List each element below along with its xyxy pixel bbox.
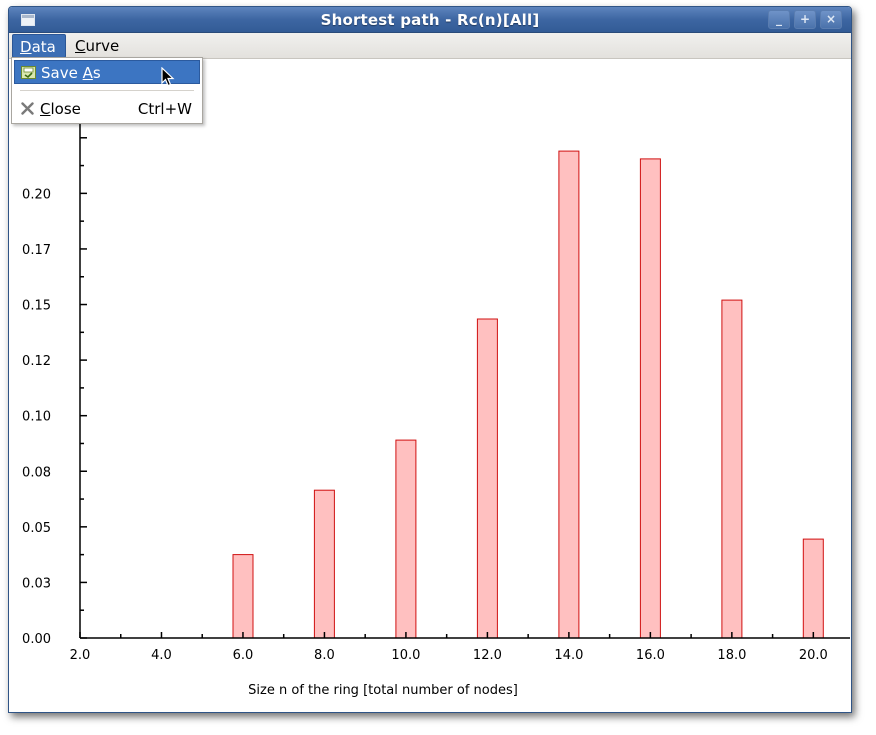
close-label: Close: [40, 100, 81, 118]
mouse-pointer-icon: [161, 67, 175, 87]
y-tick-label: 0.12: [22, 354, 51, 369]
y-tick-label: 0.10: [22, 410, 51, 425]
y-tick-label: 0.17: [22, 243, 51, 258]
y-tick-label: 0.15: [22, 299, 51, 314]
chart-bar: [232, 554, 254, 639]
close-label-post: lose: [50, 100, 81, 118]
chart-bar: [313, 489, 335, 639]
y-tick-label: 0.03: [22, 576, 51, 591]
close-menu-item[interactable]: Close Ctrl+W: [14, 97, 200, 121]
x-tick-label: 8.0: [314, 648, 335, 663]
close-icon: [21, 102, 34, 115]
close-mnemonic: C: [40, 100, 51, 118]
x-tick-label: 14.0: [554, 648, 583, 663]
x-tick-label: 2.0: [70, 648, 91, 663]
y-tick-label: 0.20: [22, 187, 51, 202]
x-tick-label: 10.0: [391, 648, 420, 663]
chart-bar: [395, 439, 417, 639]
chart-bar: [558, 150, 580, 639]
y-tick-label: 0.08: [22, 465, 51, 480]
x-tick-label: 6.0: [233, 648, 254, 663]
save-as-label: Save As: [41, 64, 101, 82]
x-tick-label: 20.0: [799, 648, 828, 663]
x-tick-label: 4.0: [151, 648, 172, 663]
close-shortcut: Ctrl+W: [137, 100, 192, 118]
save-as-mnemonic: A: [82, 64, 93, 82]
y-tick-label: 0.00: [22, 632, 51, 647]
save-as-icon: [21, 66, 36, 79]
save-as-label-pre: Save: [41, 64, 83, 82]
menu-separator: [20, 90, 194, 91]
save-as-label-post: s: [92, 64, 101, 82]
x-tick-label: 18.0: [717, 648, 746, 663]
x-axis-label: Size n of the ring [total number of node…: [248, 683, 518, 698]
chart-bar: [802, 538, 824, 639]
chart-bar: [476, 318, 498, 639]
chart-bar: [639, 158, 661, 639]
x-tick-label: 16.0: [636, 648, 665, 663]
y-tick-label: 0.05: [22, 521, 51, 536]
x-tick-label: 12.0: [473, 648, 502, 663]
chart-bar: [721, 299, 743, 639]
